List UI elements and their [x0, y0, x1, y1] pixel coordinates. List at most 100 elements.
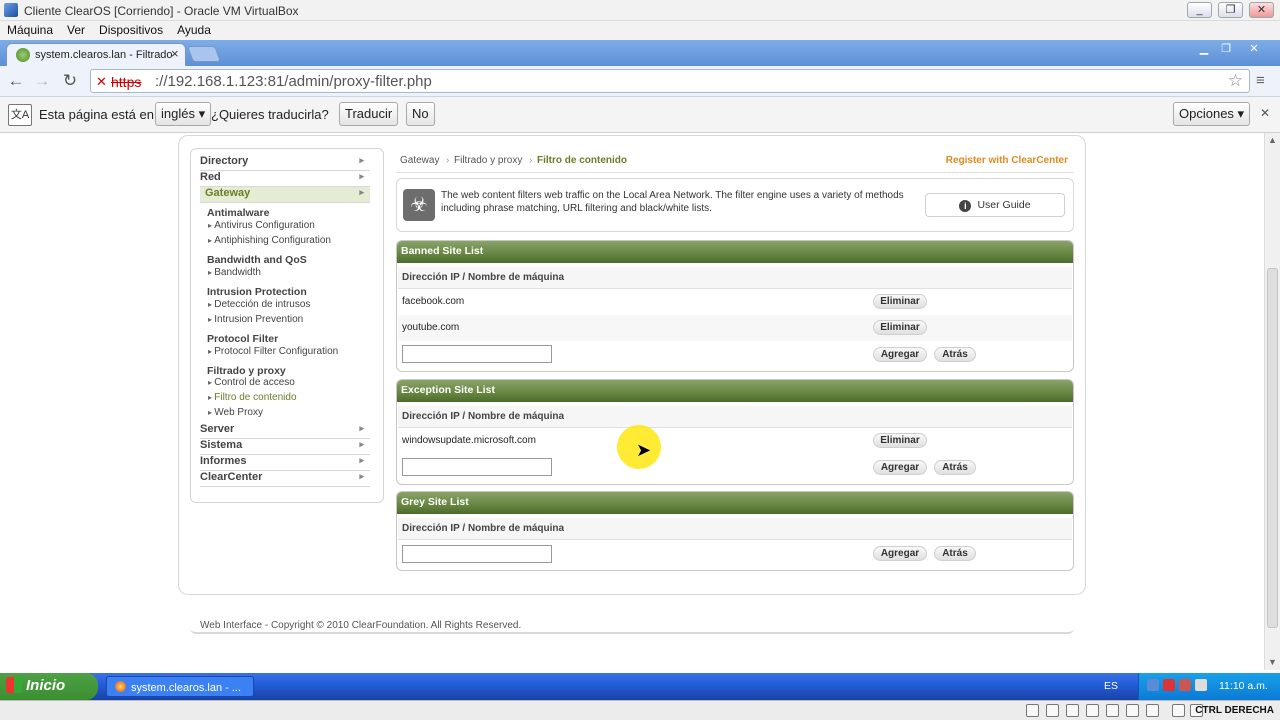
new-tab-button[interactable] [187, 46, 221, 62]
scroll-down-icon[interactable]: ▼ [1268, 657, 1277, 667]
nav-item-bandwidth[interactable]: Bandwidth [208, 267, 261, 278]
close-translate-icon[interactable]: ✕ [1260, 106, 1270, 120]
start-button[interactable]: Inicio [0, 673, 98, 700]
nav-item-prevention[interactable]: Intrusion Prevention [208, 314, 303, 325]
site-entry: facebook.com [402, 296, 465, 307]
back-button[interactable]: Atrás [934, 546, 976, 561]
menu-ayuda[interactable]: Ayuda [170, 21, 218, 37]
language-select[interactable]: inglés ▾ [155, 102, 212, 126]
url-text: ://192.168.1.123:81/admin/proxy-filter.p… [155, 73, 432, 90]
nav-gateway-label: Gateway [205, 187, 251, 199]
browser-close-button[interactable]: ✕ [1244, 42, 1264, 56]
table-row: windowsupdate.microsoft.com [398, 428, 1072, 454]
delete-button[interactable]: Eliminar [873, 320, 927, 335]
menu-ver[interactable]: Ver [60, 21, 92, 37]
tab-close-icon[interactable]: × [171, 46, 179, 61]
nav-gateway[interactable]: Gateway ▸ [200, 187, 370, 203]
back-button[interactable]: Atrás [934, 460, 976, 475]
vbox-title: Cliente ClearOS [Corriendo] - Oracle VM … [24, 4, 299, 18]
nav-item-antiphishing[interactable]: Antiphishing Configuration [208, 235, 331, 246]
nav-item-control-acceso[interactable]: Control de acceso [208, 377, 295, 388]
mouse-pointer-icon: ➤ [636, 440, 652, 460]
windows-flag-icon [6, 677, 22, 693]
reload-icon[interactable]: ↻ [59, 71, 81, 91]
network-icon[interactable] [1147, 679, 1159, 691]
start-label: Inicio [26, 677, 66, 694]
vbox-statusbar: CTRL DERECHA [0, 700, 1280, 720]
nav-item-web-proxy[interactable]: Web Proxy [208, 407, 263, 418]
translate-prefix: Esta página está en [39, 107, 154, 122]
volume-icon[interactable] [1195, 679, 1207, 691]
shared-folders-icon[interactable] [1106, 704, 1119, 717]
browser-restore-button[interactable]: ❐ [1216, 42, 1236, 56]
menu-dispositivos[interactable]: Dispositivos [92, 21, 170, 37]
register-link[interactable]: Register with ClearCenter [946, 155, 1068, 166]
nav-item-protocol-conf[interactable]: Protocol Filter Configuration [208, 346, 338, 357]
menu-maquina[interactable]: Máquina [0, 21, 60, 37]
shield-icon[interactable] [1179, 679, 1191, 691]
no-button[interactable]: No [406, 102, 435, 126]
nav-group-antimalware: Antimalware [207, 207, 270, 219]
crumb-separator: › [529, 155, 533, 166]
add-button[interactable]: Agregar [873, 460, 927, 475]
back-button[interactable]: Atrás [934, 347, 976, 362]
nav-server[interactable]: Server ▸ [200, 423, 370, 439]
user-guide-label: User Guide [977, 199, 1031, 211]
browser-minimize-button[interactable]: ▁ [1194, 42, 1214, 56]
back-arrow-icon[interactable]: ← [5, 71, 27, 91]
taskbar-item-browser[interactable]: system.clearos.lan - ... [106, 676, 254, 697]
info-box: ☣ The web content filters web traffic on… [396, 178, 1074, 232]
nav-clearcenter[interactable]: ClearCenter ▸ [200, 471, 370, 487]
restore-button[interactable]: ❐ [1218, 2, 1243, 18]
exception-site-input[interactable] [402, 458, 552, 476]
banned-site-input[interactable] [402, 345, 552, 363]
mouse-integration-icon[interactable] [1146, 704, 1159, 717]
nav-red[interactable]: Red ▸ [200, 171, 370, 187]
network-adapter-icon[interactable] [1086, 704, 1099, 717]
translate-icon: 文A [8, 104, 32, 126]
display-icon[interactable] [1126, 704, 1139, 717]
nav-directory[interactable]: Directory ▸ [200, 155, 370, 171]
security-icon[interactable] [1163, 679, 1175, 691]
nav-item-filtro-contenido[interactable]: Filtro de contenido [208, 392, 296, 403]
column-header: Dirección IP / Nombre de máquina [398, 267, 1072, 289]
breadcrumb: Gateway › Filtrado y proxy › Filtro de c… [396, 148, 1074, 173]
options-button[interactable]: Opciones ▾ [1173, 102, 1251, 126]
add-button[interactable]: Agregar [873, 546, 927, 561]
grey-site-input[interactable] [402, 545, 552, 563]
info-icon: i [959, 200, 972, 212]
keyboard-capture-icon[interactable] [1172, 704, 1185, 717]
delete-button[interactable]: Eliminar [873, 433, 927, 448]
translate-button[interactable]: Traducir [339, 102, 399, 126]
close-button[interactable]: ✕ [1249, 2, 1274, 18]
cd-icon[interactable] [1046, 704, 1059, 717]
delete-button[interactable]: Eliminar [873, 294, 927, 309]
scrollbar-thumb[interactable] [1267, 268, 1278, 628]
hdd-icon[interactable] [1026, 704, 1039, 717]
bookmark-star-icon[interactable]: ☆ [1228, 71, 1243, 91]
crumb-gateway[interactable]: Gateway [400, 155, 439, 166]
minimize-button[interactable]: _ [1187, 2, 1212, 18]
add-button[interactable]: Agregar [873, 347, 927, 362]
translate-question: ¿Quieres traducirla? [211, 107, 329, 122]
browser-tab[interactable]: system.clearos.lan - Filtrado × [6, 43, 186, 66]
clock: 11:10 a.m. [1219, 680, 1268, 692]
forward-arrow-icon[interactable]: → [31, 71, 53, 91]
vbox-menubar: Máquina Ver Dispositivos Ayuda [0, 21, 1280, 40]
wrench-menu-icon[interactable]: ≡ [1256, 72, 1265, 89]
taskbar-item-label: system.clearos.lan - ... [131, 682, 242, 694]
nav-sistema[interactable]: Sistema ▸ [200, 439, 370, 455]
crumb-filtrado[interactable]: Filtrado y proxy [454, 155, 522, 166]
language-indicator[interactable]: ES [1104, 680, 1118, 692]
nav-item-deteccion[interactable]: Detección de intrusos [208, 299, 310, 310]
address-bar[interactable]: ✕ https ://192.168.1.123:81/admin/proxy-… [90, 69, 1250, 93]
nav-directory-label: Directory [200, 155, 249, 167]
nav-informes[interactable]: Informes ▸ [200, 455, 370, 471]
user-guide-button[interactable]: i User Guide [925, 193, 1065, 217]
favicon-icon [16, 48, 30, 62]
scroll-up-icon[interactable]: ▲ [1268, 135, 1277, 145]
exception-panel-title: Exception Site List [397, 380, 1073, 402]
vertical-scrollbar[interactable]: ▲ ▼ [1264, 133, 1280, 670]
nav-item-antivirus[interactable]: Antivirus Configuration [208, 220, 315, 231]
usb-icon[interactable] [1066, 704, 1079, 717]
